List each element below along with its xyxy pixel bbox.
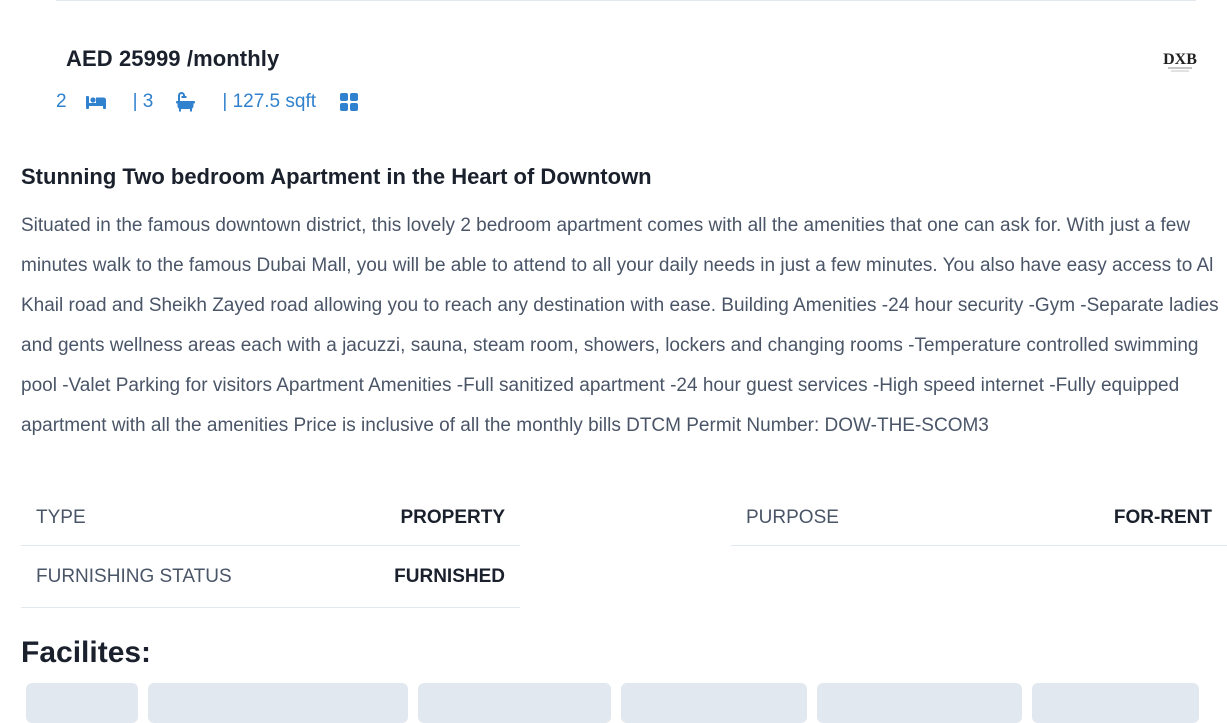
furnishing-label: FURNISHING STATUS	[36, 566, 232, 587]
purpose-label: PURPOSE	[746, 506, 839, 528]
purpose-row: PURPOSE FOR-RENT	[731, 490, 1227, 546]
facility-chip	[148, 683, 408, 723]
svg-text:DXB: DXB	[1163, 51, 1197, 68]
purpose-value: FOR-RENT	[1113, 506, 1212, 528]
listing-description: Situated in the famous downtown district…	[21, 215, 1219, 436]
facility-chip	[1032, 683, 1199, 723]
furnishing-value: FURNISHED	[394, 566, 505, 587]
property-stats: 2 | 3 | 127.5 sqft	[56, 88, 359, 116]
top-divider	[56, 0, 1196, 1]
facility-chip	[26, 683, 138, 723]
type-label: TYPE	[36, 506, 86, 528]
listing-title: Stunning Two bedroom Apartment in the He…	[21, 164, 652, 189]
agency-logo[interactable]: DXB	[1163, 48, 1197, 74]
facility-chip	[817, 683, 1022, 723]
bath-icon	[175, 92, 196, 112]
facility-chip	[418, 683, 611, 723]
baths-count: | 3	[132, 91, 154, 112]
facility-chip	[621, 683, 807, 723]
furnishing-row: FURNISHING STATUS FURNISHED	[21, 547, 520, 608]
type-value: PROPERTY	[400, 506, 505, 528]
area-grid-icon	[340, 93, 359, 111]
facilities-heading: Facilites:	[21, 636, 152, 669]
bed-icon	[85, 94, 107, 110]
rooms-count: 2	[56, 91, 67, 112]
type-row: TYPE PROPERTY	[21, 490, 520, 546]
area-size: | 127.5 sqft	[222, 91, 317, 112]
price: AED 25999 /monthly	[66, 46, 280, 71]
